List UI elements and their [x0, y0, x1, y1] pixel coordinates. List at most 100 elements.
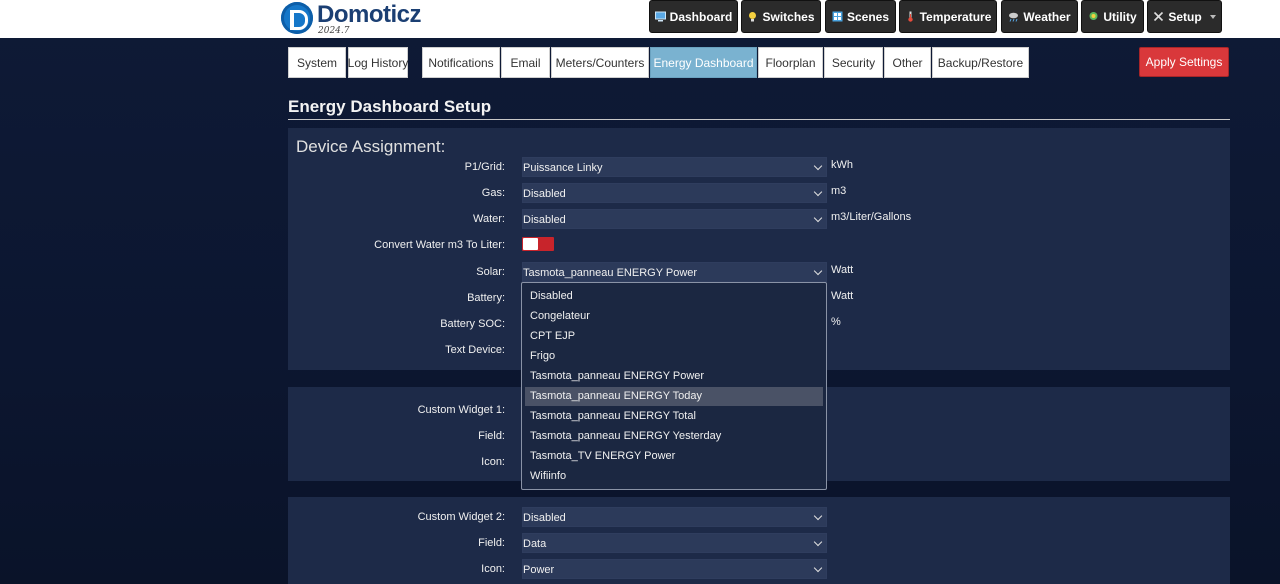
nav-dashboard-button[interactable]: Dashboard — [649, 0, 738, 33]
tab-log-history[interactable]: Log History — [348, 47, 408, 78]
custom-widget-2-select[interactable]: Disabled — [522, 507, 827, 527]
water-unit: m3/Liter/Gallons — [831, 211, 912, 223]
tab-energy-dashboard[interactable]: Energy Dashboard — [650, 47, 757, 78]
gas-row: Gas: Disabled m3 — [288, 183, 1230, 205]
nav-label: Scenes — [846, 9, 890, 24]
utility-icon — [1088, 11, 1099, 22]
select-value: Tasmota_panneau ENERGY Power — [523, 267, 698, 279]
custom-widget-1-icon-label: Icon: — [481, 456, 505, 468]
title-divider — [288, 119, 1230, 120]
chevron-down-icon — [813, 187, 823, 197]
custom-widget-1-label: Custom Widget 1: — [417, 404, 505, 416]
gas-unit: m3 — [831, 185, 847, 197]
battery-unit: Watt — [831, 290, 854, 302]
nav-label: Utility — [1103, 9, 1137, 24]
select-value: Puissance Linky — [523, 162, 603, 174]
tab-floorplan[interactable]: Floorplan — [758, 47, 823, 78]
custom-widget-2-icon-label: Icon: — [481, 563, 505, 575]
monitor-icon — [654, 11, 666, 22]
custom-widget-1-field-label: Field: — [478, 430, 505, 442]
text-device-label: Text Device: — [445, 344, 505, 356]
domoticz-logo[interactable]: Domoticz 2024.7 — [281, 1, 422, 37]
p1-grid-unit: kWh — [831, 159, 853, 171]
brand-name: Domoticz — [317, 1, 422, 28]
p1-grid-label: P1/Grid: — [464, 161, 505, 173]
tools-icon — [1153, 11, 1164, 22]
convert-water-toggle[interactable] — [522, 237, 554, 251]
weather-icon — [1008, 11, 1019, 22]
tab-system[interactable]: System — [288, 47, 346, 78]
tab-security[interactable]: Security — [824, 47, 883, 78]
dropdown-option[interactable]: Wifiinfo — [525, 467, 823, 486]
gas-select[interactable]: Disabled — [522, 183, 827, 203]
dropdown-option[interactable]: Tasmota_panneau ENERGY Power — [525, 367, 823, 386]
domoticz-logo-icon — [281, 2, 313, 34]
scenes-icon — [832, 11, 843, 22]
solar-unit: Watt — [831, 264, 854, 276]
chevron-down-icon — [813, 511, 823, 521]
select-value: Power — [523, 564, 555, 576]
convert-water-label: Convert Water m3 To Liter: — [374, 239, 505, 251]
nav-setup-button[interactable]: Setup — [1147, 0, 1222, 33]
dropdown-option[interactable]: CPT EJP — [525, 327, 823, 346]
dropdown-option[interactable]: Tasmota_panneau ENERGY Yesterday — [525, 427, 823, 446]
thermometer-icon — [905, 11, 916, 22]
dropdown-option[interactable]: Congelateur — [525, 307, 823, 326]
p1-grid-select[interactable]: Puissance Linky — [522, 157, 827, 177]
custom-widget-2-row: Custom Widget 2: Disabled — [288, 507, 1230, 529]
solar-row: Solar: Tasmota_panneau ENERGY Power Watt — [288, 262, 1230, 284]
nav-label: Weather — [1023, 9, 1071, 24]
water-label: Water: — [473, 213, 505, 225]
dropdown-option[interactable]: Tasmota_TV ENERGY Power — [525, 447, 823, 466]
brand-version: 2024.7 — [318, 26, 350, 36]
select-value: Data — [523, 538, 547, 550]
tab-backup-restore[interactable]: Backup/Restore — [932, 47, 1029, 78]
solar-dropdown-list: Disabled Congelateur CPT EJP Frigo Tasmo… — [521, 282, 827, 490]
battery-soc-unit: % — [831, 316, 841, 328]
solar-label: Solar: — [476, 266, 505, 278]
device-assignment-heading: Device Assignment: — [296, 137, 446, 156]
dropdown-option[interactable]: Disabled — [525, 287, 823, 306]
top-bar: Domoticz 2024.7 Dashboard Switches Scene… — [0, 0, 1280, 38]
nav-weather-button[interactable]: Weather — [1001, 0, 1078, 33]
apply-settings-button[interactable]: Apply Settings — [1139, 47, 1229, 77]
tab-email[interactable]: Email — [501, 47, 550, 78]
nav-label: Temperature — [919, 9, 992, 24]
chevron-down-icon — [813, 266, 823, 276]
custom-widget-2-field-row: Field: Data — [288, 533, 1230, 555]
gas-label: Gas: — [481, 187, 505, 199]
select-value: Disabled — [523, 188, 566, 200]
dropdown-option[interactable]: Frigo — [525, 347, 823, 366]
nav-scenes-button[interactable]: Scenes — [825, 0, 896, 33]
chevron-down-icon — [1209, 14, 1216, 19]
p1-grid-row: P1/Grid: Puissance Linky kWh — [288, 157, 1230, 179]
tab-notifications[interactable]: Notifications — [422, 47, 500, 78]
custom-widget-2-field-select[interactable]: Data — [522, 533, 827, 553]
nav-label: Dashboard — [669, 9, 733, 24]
dropdown-option-highlighted[interactable]: Tasmota_panneau ENERGY Today — [525, 387, 823, 406]
custom-widget-2-icon-select[interactable]: Power — [522, 559, 827, 579]
solar-select[interactable]: Tasmota_panneau ENERGY Power — [522, 262, 827, 282]
bulb-icon — [747, 11, 758, 22]
chevron-down-icon — [813, 563, 823, 573]
custom-widget-2-icon-row: Icon: Power — [288, 559, 1230, 581]
page-title: Energy Dashboard Setup — [288, 97, 492, 116]
nav-switches-button[interactable]: Switches — [741, 0, 821, 33]
nav-utility-button[interactable]: Utility — [1081, 0, 1144, 33]
battery-soc-label: Battery SOC: — [440, 318, 505, 330]
custom-widget-2-field-label: Field: — [478, 537, 505, 549]
tab-other[interactable]: Other — [884, 47, 931, 78]
tab-meters-counters[interactable]: Meters/Counters — [551, 47, 649, 78]
select-value: Disabled — [523, 512, 566, 524]
water-row: Water: Disabled m3/Liter/Gallons — [288, 209, 1230, 231]
dropdown-option[interactable]: Tasmota_panneau ENERGY Total — [525, 407, 823, 426]
custom-widget-2-panel: Custom Widget 2: Disabled Field: Data Ic… — [288, 497, 1230, 584]
water-select[interactable]: Disabled — [522, 209, 827, 229]
select-value: Disabled — [523, 214, 566, 226]
toggle-knob — [523, 238, 538, 250]
nav-temperature-button[interactable]: Temperature — [899, 0, 997, 33]
nav-label: Switches — [762, 9, 815, 24]
custom-widget-2-label: Custom Widget 2: — [417, 511, 505, 523]
nav-label: Setup — [1168, 9, 1202, 24]
convert-water-row: Convert Water m3 To Liter: — [288, 237, 1230, 259]
